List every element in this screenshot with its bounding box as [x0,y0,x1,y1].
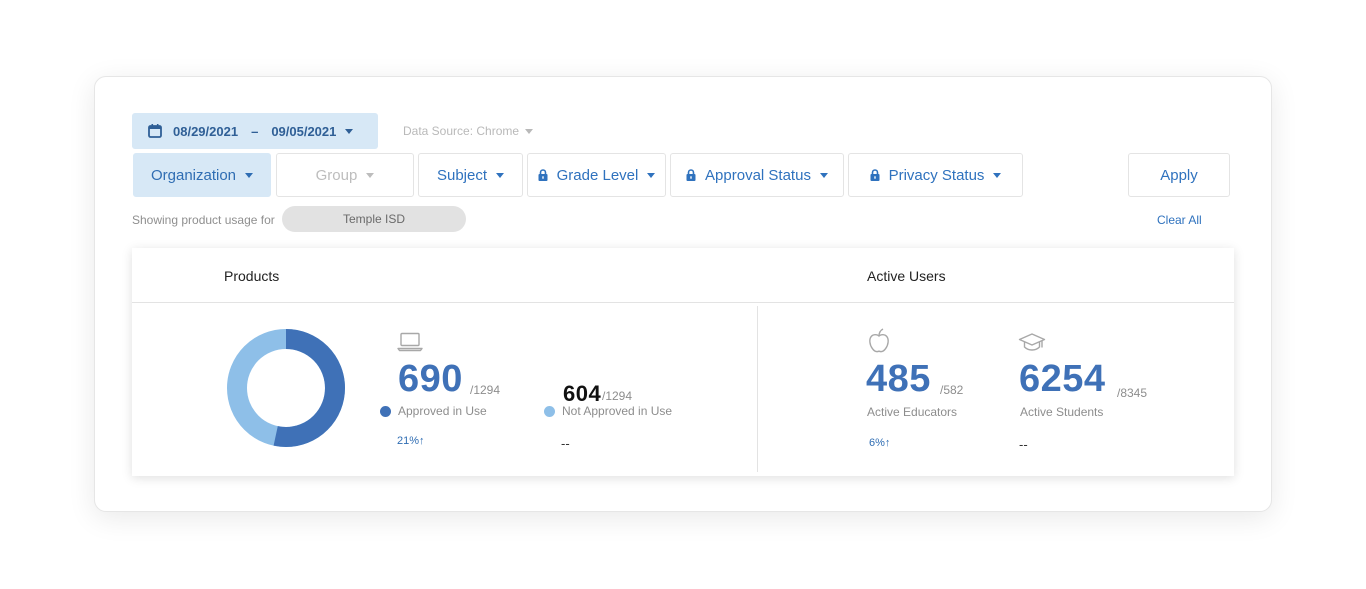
active-educators-trend: 6%↑ [869,437,891,449]
not-approved-in-use-label: Not Approved in Use [562,404,673,418]
date-start: 08/29/2021 [173,123,239,139]
calendar-icon [148,124,162,138]
panel-divider [132,302,1234,303]
chevron-down-icon [819,172,828,178]
not-approved-trend: -- [561,436,570,451]
data-source-label: Data Source: Chrome [403,124,520,138]
chevron-down-icon [245,172,254,178]
lock-icon [538,169,548,181]
approved-in-use-legend: Approved in Use [380,404,487,418]
apply-button[interactable]: Apply [1128,153,1230,197]
chevron-down-icon [647,172,656,178]
filter-subject-label: Subject [436,166,488,184]
section-divider [757,306,758,472]
active-students-label: Active Students [1020,405,1104,419]
date-separator: – [251,123,259,139]
active-educators-label: Active Educators [867,405,958,419]
lock-icon [686,169,696,181]
graduation-cap-icon [1018,333,1046,351]
filter-privacy-status[interactable]: Privacy Status [848,153,1023,197]
filter-approval-status[interactable]: Approval Status [670,153,844,197]
not-approved-in-use-total: /1294 [602,389,633,403]
date-end: 09/05/2021 [271,123,337,139]
chevron-down-icon [345,128,354,134]
filter-approval-status-label: Approval Status [705,166,811,184]
filter-grade-level[interactable]: Grade Level [527,153,666,197]
laptop-icon [397,332,423,352]
chevron-down-icon [993,172,1002,178]
filter-organization-label: Organization [150,166,237,184]
approved-in-use-value: 690 [398,358,463,400]
filter-grade-level-label: Grade Level [556,166,639,184]
active-educators-total: /582 [940,383,964,397]
approved-in-use-label: Approved in Use [398,404,487,418]
stats-panel: Products Active Users 690 /1294 Approved… [132,248,1234,476]
filter-privacy-status-label: Privacy Status [888,166,985,184]
filter-group[interactable]: Group [276,153,414,197]
products-donut-chart [227,329,345,447]
apple-icon [869,328,889,353]
lock-icon [870,169,880,181]
date-range-picker[interactable]: 08/29/2021 – 09/05/2021 [132,113,378,149]
active-students-total: /8345 [1117,386,1148,400]
filter-subject[interactable]: Subject [418,153,523,197]
approved-in-use-total: /1294 [470,383,501,397]
filter-group-label: Group [315,166,358,184]
active-students-value: 6254 [1019,358,1106,400]
not-approved-dot [544,405,555,417]
active-students-trend: -- [1019,437,1028,452]
chevron-down-icon [496,172,505,178]
chevron-down-icon [366,172,375,178]
approved-dot [380,405,391,417]
approved-trend: 21%↑ [397,435,425,447]
active-educators-value: 485 [866,358,931,400]
chevron-down-icon [525,128,534,134]
data-source-dropdown[interactable]: Data Source: Chrome [403,124,534,138]
showing-usage-text: Showing product usage for [132,213,275,227]
organization-pill: Temple ISD [282,206,466,232]
products-title: Products [224,268,280,284]
clear-all-link[interactable]: Clear All [1157,213,1202,227]
not-approved-in-use-legend: Not Approved in Use [544,404,672,418]
filter-organization[interactable]: Organization [133,153,271,197]
active-users-title: Active Users [867,268,946,284]
